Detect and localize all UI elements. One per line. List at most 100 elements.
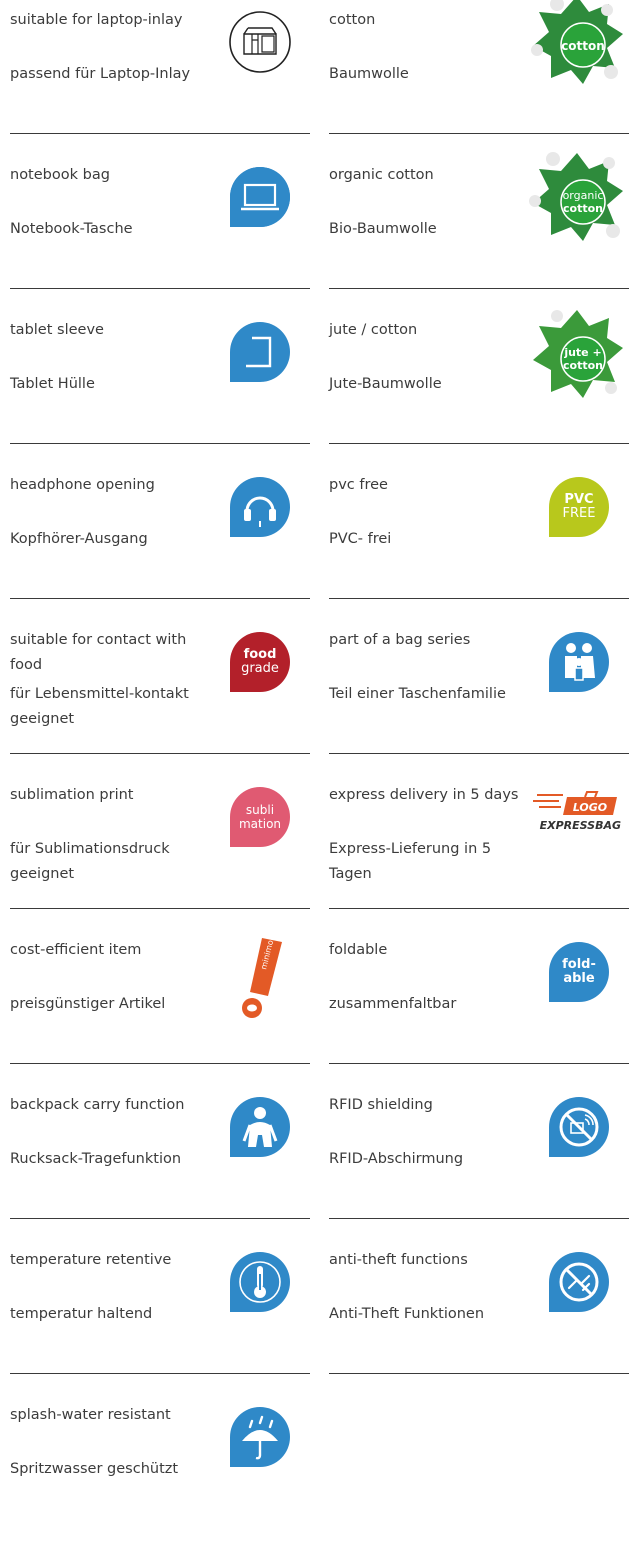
feature-label-de: für Lebensmittel-kontakt geeignet xyxy=(10,686,189,727)
feature-label-en: backpack carry function xyxy=(10,1097,185,1113)
anti-theft-icon xyxy=(547,1250,611,1314)
feature-label-de: temperatur haltend xyxy=(10,1306,153,1322)
foldable-icon: fold-able xyxy=(549,942,609,1002)
feature-cotton: cotton Baumwolle cotton xyxy=(329,0,629,155)
right-column: cotton Baumwolle cotton organic cotton B… xyxy=(329,0,629,1395)
divider xyxy=(329,443,629,444)
feature-foldable: foldable zusammenfaltbar fold-able xyxy=(329,930,629,1085)
feature-label-en: jute / cotton xyxy=(329,322,418,338)
feature-label-de: Rucksack-Tragefunktion xyxy=(10,1151,182,1167)
feature-label-en: tablet sleeve xyxy=(10,322,104,338)
feature-headphone-opening: headphone opening Kopfhörer-Ausgang xyxy=(10,465,310,620)
feature-label-de: Baumwolle xyxy=(329,66,409,82)
feature-label-de: Bio-Baumwolle xyxy=(329,221,437,237)
food-grade-icon: food grade xyxy=(230,632,290,692)
feature-label-en: suitable for contact with food xyxy=(10,632,187,673)
feature-laptop-inlay: suitable for laptop-inlay passend für La… xyxy=(10,0,310,155)
tablet-icon xyxy=(228,320,292,384)
backpack-icon xyxy=(228,1095,292,1159)
svg-text:cotton: cotton xyxy=(563,359,603,372)
feature-label-en: pvc free xyxy=(329,477,388,493)
feature-label-en: notebook bag xyxy=(10,167,110,183)
divider xyxy=(10,753,310,754)
feature-organic-cotton: organic cotton Bio-Baumwolle organic cot… xyxy=(329,152,629,310)
divider xyxy=(10,288,310,289)
thermometer-icon xyxy=(228,1250,292,1314)
organic-cotton-icon: organic cotton xyxy=(527,147,627,247)
feature-jute-cotton: jute / cotton Jute-Baumwolle jute + cott… xyxy=(329,310,629,465)
divider xyxy=(10,598,310,599)
pvc-free-icon: PVC FREE xyxy=(549,477,609,537)
feature-cost-efficient: cost-efficient item preisgünstiger Artik… xyxy=(10,930,310,1085)
divider xyxy=(10,1373,310,1374)
feature-label-en: headphone opening xyxy=(10,477,155,493)
divider xyxy=(329,598,629,599)
feature-label-de: Teil einer Taschenfamilie xyxy=(329,686,506,702)
feature-label-de: Jute-Baumwolle xyxy=(329,376,442,392)
feature-label-de: preisgünstiger Artikel xyxy=(10,996,166,1012)
divider xyxy=(329,753,629,754)
feature-label-en: cotton xyxy=(329,12,376,28)
feature-label-en: cost-efficient item xyxy=(10,942,142,958)
feature-label-en: splash-water resistant xyxy=(10,1407,171,1423)
feature-label-en: anti-theft functions xyxy=(329,1252,468,1268)
feature-label-de: Tablet Hülle xyxy=(10,376,95,392)
svg-text:EXPRESSBAG: EXPRESSBAG xyxy=(540,819,621,832)
feature-temperature: temperature retentive temperatur haltend xyxy=(10,1240,310,1395)
rfid-shield-icon xyxy=(547,1095,611,1159)
feature-sublimation: sublimation print für Sublimationsdruck … xyxy=(10,775,310,930)
divider xyxy=(10,443,310,444)
feature-bag-series: part of a bag series Teil einer Taschenf… xyxy=(329,620,629,775)
svg-text:cotton: cotton xyxy=(563,202,603,215)
svg-text:organic: organic xyxy=(563,189,604,202)
feature-food-grade: suitable for contact with food für Leben… xyxy=(10,620,310,775)
feature-label-en: express delivery in 5 days xyxy=(329,787,519,803)
express-bag-icon: LOGO EXPRESSBAG xyxy=(533,789,623,833)
jute-cotton-icon: jute + cotton xyxy=(527,304,627,404)
divider xyxy=(329,1063,629,1064)
svg-text:jute +: jute + xyxy=(563,346,601,359)
feature-label-en: temperature retentive xyxy=(10,1252,172,1268)
feature-label-de: RFID-Abschirmung xyxy=(329,1151,464,1167)
feature-label-de: Kopfhörer-Ausgang xyxy=(10,531,148,547)
divider xyxy=(10,133,310,134)
feature-label-de: Express-Lieferung in 5 Tagen xyxy=(329,841,492,882)
feature-backpack: backpack carry function Rucksack-Tragefu… xyxy=(10,1085,310,1240)
feature-label-de: Anti-Theft Funktionen xyxy=(329,1306,485,1322)
divider xyxy=(10,908,310,909)
feature-label-de: PVC- frei xyxy=(329,531,392,547)
feature-label-en: foldable xyxy=(329,942,388,958)
notebook-icon xyxy=(228,165,292,229)
divider xyxy=(329,1373,629,1374)
divider xyxy=(10,1063,310,1064)
feature-pvc-free: pvc free PVC- frei PVC FREE xyxy=(329,465,629,620)
headphone-icon xyxy=(228,475,292,539)
feature-label-en: part of a bag series xyxy=(329,632,471,648)
laptop-inlay-icon xyxy=(228,10,292,74)
feature-label-en: suitable for laptop-inlay xyxy=(10,12,183,28)
minimoney-icon: minimoney xyxy=(232,936,286,1020)
feature-label-de: Notebook-Tasche xyxy=(10,221,133,237)
umbrella-icon xyxy=(228,1405,292,1469)
feature-rfid-shielding: RFID shielding RFID-Abschirmung xyxy=(329,1085,629,1240)
divider xyxy=(329,1218,629,1219)
sublimation-icon: subli mation xyxy=(230,787,290,847)
feature-label-de: Spritzwasser geschützt xyxy=(10,1461,179,1477)
feature-express-delivery: express delivery in 5 days Express-Liefe… xyxy=(329,775,629,930)
left-column: suitable for laptop-inlay passend für La… xyxy=(10,0,310,1550)
cotton-icon: cotton xyxy=(527,0,627,90)
divider xyxy=(329,133,629,134)
feature-tablet-sleeve: tablet sleeve Tablet Hülle xyxy=(10,310,310,465)
feature-notebook-bag: notebook bag Notebook-Tasche xyxy=(10,155,310,310)
feature-label-de: für Sublimationsdruck geeignet xyxy=(10,841,170,882)
feature-label-de: passend für Laptop-Inlay xyxy=(10,66,191,82)
feature-label-en: sublimation print xyxy=(10,787,134,803)
divider xyxy=(329,908,629,909)
feature-label-de: zusammenfaltbar xyxy=(329,996,457,1012)
feature-label-en: organic cotton xyxy=(329,167,434,183)
divider xyxy=(10,1218,310,1219)
feature-label-en: RFID shielding xyxy=(329,1097,433,1113)
divider xyxy=(329,288,629,289)
feature-anti-theft: anti-theft functions Anti-Theft Funktion… xyxy=(329,1240,629,1395)
bag-family-icon xyxy=(547,630,611,694)
